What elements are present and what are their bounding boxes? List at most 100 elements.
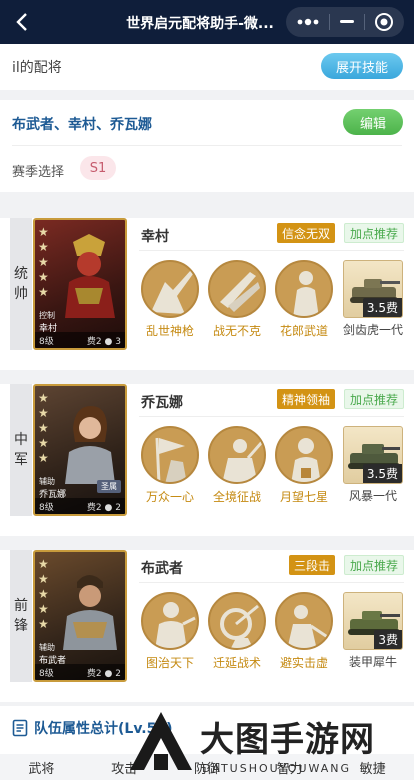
skill-item[interactable]: 迁延战术	[207, 592, 267, 671]
watermark-logo-icon	[130, 712, 192, 770]
position-label: 统 帅	[10, 218, 32, 350]
watermark: 大图手游网 DATUSHOUYOUWANG	[128, 710, 408, 780]
position-char: 锋	[14, 618, 28, 634]
skill-name: 避实击虚	[279, 656, 328, 670]
tank-image: 3.5费	[343, 426, 403, 484]
trait-tag: 信念无双	[277, 223, 336, 243]
document-icon	[12, 719, 28, 737]
hero-section: 统 帅 ★ ★ ★ ★ ★ 控制 幸村 8级 费2 ● 3 幸村 信念无双 加点推荐 乱…	[0, 218, 414, 370]
hero-card-footer: 8级 费2 ● 2	[35, 664, 125, 680]
person-icon: ●	[104, 668, 113, 679]
chevron-left-icon	[16, 13, 27, 31]
close-circle-icon[interactable]	[374, 12, 394, 32]
skill-item[interactable]: 月望七星	[274, 426, 334, 505]
skill-item[interactable]: 万众一心	[140, 426, 200, 505]
watermark-text: 大图手游网	[200, 720, 375, 760]
divider	[12, 145, 402, 146]
hero-cost-group: 费2 ● 2	[87, 500, 121, 513]
tank-cost: 3.5费	[362, 298, 402, 317]
position-label: 中 军	[10, 384, 32, 516]
hero-count: 2	[115, 668, 121, 679]
mini-program-capsule	[286, 7, 404, 37]
capsule-divider	[328, 14, 330, 30]
hero-cost-group: 费2 ● 2	[87, 666, 121, 679]
position-char: 中	[14, 432, 28, 448]
divider	[139, 250, 404, 251]
recommend-button[interactable]: 加点推荐	[343, 223, 404, 243]
column-header: 武将	[28, 761, 55, 777]
back-button[interactable]	[0, 0, 44, 44]
star-rating: ★ ★ ★ ★ ★	[38, 225, 49, 299]
hero-name: 幸村	[141, 229, 169, 245]
hero-portrait	[63, 575, 117, 650]
skill-name: 战无不克	[212, 324, 261, 338]
hero-card[interactable]: ★ ★ ★ ★ ★ 控制 幸村 8级 费2 ● 3	[33, 218, 127, 350]
trait-tag: 三段击	[289, 555, 336, 575]
recommend-button[interactable]: 加点推荐	[343, 389, 404, 409]
page-title: 世界启元配将助手-微...	[126, 16, 274, 32]
team-name: 布武者、幸村、乔瓦娜	[12, 117, 152, 133]
hero-role: 辅助	[39, 643, 55, 652]
person-icon: ●	[104, 502, 113, 513]
lineup-owner-label: il的配将	[12, 60, 62, 76]
season-selector[interactable]: S1	[80, 156, 116, 180]
hero-name: 乔瓦娜	[141, 395, 183, 411]
skill-icon	[275, 592, 333, 650]
minimize-icon[interactable]	[338, 20, 356, 24]
hero-cost: 费2	[86, 668, 102, 679]
person-icon: ●	[104, 336, 113, 347]
skill-name: 花郎武道	[279, 324, 328, 338]
skill-name: 迁延战术	[212, 656, 261, 670]
team-card: 布武者、幸村、乔瓦娜 编辑 赛季选择 S1	[0, 100, 414, 192]
title-bar: 世界启元配将助手-微...	[0, 0, 414, 44]
hero-count: 2	[115, 502, 121, 513]
tank-cost: 3.5费	[362, 464, 402, 483]
tank-item[interactable]: 3费 装甲犀牛	[343, 592, 403, 670]
skill-name: 月望七星	[279, 490, 328, 504]
hero-role: 控制	[39, 311, 55, 320]
hero-level: 8级	[39, 668, 54, 679]
hero-portrait	[65, 234, 115, 318]
divider	[139, 416, 404, 417]
skill-icon	[208, 426, 266, 484]
star-rating: ★ ★ ★ ★ ★	[38, 391, 49, 465]
skill-item[interactable]: 花郎武道	[274, 260, 334, 339]
recommend-button[interactable]: 加点推荐	[343, 555, 404, 575]
skill-item[interactable]: 战无不克	[207, 260, 267, 339]
skill-icon	[141, 426, 199, 484]
edit-button[interactable]: 编辑	[343, 109, 403, 135]
position-label: 前 锋	[10, 550, 32, 682]
tank-item[interactable]: 3.5费 风暴一代	[343, 426, 403, 504]
tank-name: 装甲犀牛	[348, 655, 397, 669]
skill-icon	[275, 426, 333, 484]
expand-skills-button[interactable]: 展开技能	[321, 53, 403, 79]
skill-icon	[208, 260, 266, 318]
season-label: 赛季选择	[12, 165, 65, 180]
skill-item[interactable]: 全境征战	[207, 426, 267, 505]
position-char: 军	[14, 452, 28, 468]
hero-section: 前 锋 ★ ★ ★ ★ ★ 辅助 布武者 8级 费2 ● 2 布武者 三段击 加点推荐 …	[0, 550, 414, 702]
tank-image: 3费	[343, 592, 403, 650]
trait-tag: 精神领袖	[277, 389, 336, 409]
hero-portrait	[65, 406, 115, 484]
skill-icon	[208, 592, 266, 650]
position-char: 帅	[14, 286, 28, 302]
skill-icon	[141, 592, 199, 650]
skill-item[interactable]: 乱世神枪	[140, 260, 200, 339]
hero-card-footer: 8级 费2 ● 2	[35, 498, 125, 514]
position-char: 前	[14, 598, 28, 614]
hero-cost: 费2	[86, 336, 102, 347]
capsule-divider	[364, 14, 366, 30]
hero-level: 8级	[39, 502, 54, 513]
hero-count: 3	[115, 336, 121, 347]
star-rating: ★ ★ ★ ★ ★	[38, 557, 49, 631]
skill-name: 图治天下	[145, 656, 194, 670]
hero-section: 中 军 ★ ★ ★ ★ ★ 辅助 乔瓦娜 圣属 8级 费2 ● 2 乔瓦娜 精神领袖 加…	[0, 384, 414, 536]
tank-item[interactable]: 3.5费 剑齿虎一代	[343, 260, 403, 338]
more-icon[interactable]	[296, 17, 320, 27]
skill-item[interactable]: 避实击虚	[274, 592, 334, 671]
hero-card[interactable]: ★ ★ ★ ★ ★ 辅助 乔瓦娜 圣属 8级 费2 ● 2	[33, 384, 127, 516]
skill-name: 乱世神枪	[145, 324, 194, 338]
hero-card[interactable]: ★ ★ ★ ★ ★ 辅助 布武者 8级 费2 ● 2	[33, 550, 127, 682]
skill-item[interactable]: 图治天下	[140, 592, 200, 671]
